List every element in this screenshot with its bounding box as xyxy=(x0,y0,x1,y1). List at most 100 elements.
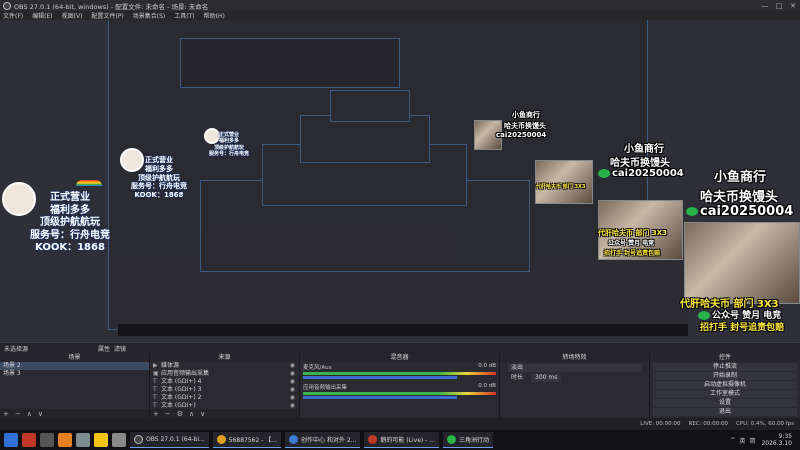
preview-canvas[interactable]: 正式营业 福利多多 顶级护航航玩 服务号：行舟电竞 KOOK：1868 正式营业… xyxy=(0,20,800,342)
minimize-button[interactable]: — xyxy=(758,0,772,11)
window-title: OBS 27.0.1 (64-bit, windows) - 配置文件: 未命名… xyxy=(14,2,209,11)
menu-file[interactable]: 文件(F) xyxy=(3,11,23,20)
scene-item[interactable]: 场景 3 xyxy=(0,370,149,378)
close-button[interactable]: ✕ xyxy=(786,0,800,11)
menu-bar: 文件(F) 编辑(E) 视图(V) 配置文件(P) 场景集合(S) 工具(T) … xyxy=(0,11,800,20)
feedback-frame-6 xyxy=(180,38,400,88)
eye-icon[interactable]: ◉ xyxy=(290,362,295,370)
menu-help[interactable]: 帮助(H) xyxy=(204,11,225,20)
pinned-app-icon[interactable] xyxy=(22,433,36,447)
rec-status: REC: 00:00:00 xyxy=(688,421,728,427)
obs-logo-icon xyxy=(3,1,11,10)
app-dot-icon xyxy=(216,435,226,444)
controls-title: 控件 xyxy=(650,353,800,362)
clock-time: 9:35 xyxy=(778,432,792,440)
settings-button[interactable]: 设置 xyxy=(653,399,797,407)
streamer-card-3: 正式营业 福利多多 顶级护航航玩 服务号：行舟电竞 xyxy=(208,132,249,157)
feedback-taskbar xyxy=(118,324,688,336)
sources-dock: 来源 ▶ 媒体源 ◉ ▣ 应用音频输出采集 ◉ T 文本 (GDI+) 4 ◉ T 文本 (G… xyxy=(150,353,300,418)
menu-tools[interactable]: 工具(T) xyxy=(174,11,194,20)
exit-button[interactable]: 退出 xyxy=(653,408,797,416)
transitions-dock: 转场特效 淡出 时长 300 ms xyxy=(500,353,650,418)
wechat-icon-3 xyxy=(598,168,610,178)
properties-button[interactable]: 属性 xyxy=(98,344,110,353)
source-item[interactable]: T 文本 (GDI+) 2 ◉ xyxy=(150,394,299,402)
pinned-app-icon[interactable] xyxy=(112,433,126,447)
transitions-title: 转场特效 xyxy=(500,353,649,362)
sources-title: 来源 xyxy=(150,353,299,362)
text-icon: T xyxy=(153,378,157,385)
source-item[interactable]: T 文本 (GDI+) 3 ◉ xyxy=(150,386,299,394)
streamer-card: 正式营业 福利多多 顶级护航航玩 服务号：行舟电竞 KOOK：1868 xyxy=(20,192,120,255)
pinned-app-icon[interactable] xyxy=(58,433,72,447)
source-item[interactable]: ▶ 媒体源 ◉ xyxy=(150,362,299,370)
menu-view[interactable]: 视图(V) xyxy=(62,11,83,20)
stop-streaming-button[interactable]: 停止推流 xyxy=(653,363,797,371)
promo-bottom-3: 招打手 封号追责包赔 xyxy=(700,323,785,333)
taskbar-app[interactable]: 三角洲行动 xyxy=(442,432,493,448)
app-dot-icon xyxy=(368,435,378,444)
media-icon: ▶ xyxy=(153,362,158,369)
source-item[interactable]: ▣ 应用音频输出采集 ◉ xyxy=(150,370,299,378)
app-dot-icon xyxy=(289,435,299,444)
live-status: LIVE: 00:00:00 xyxy=(640,421,681,427)
remove-scene-button[interactable]: − xyxy=(15,410,21,418)
pinned-app-icon[interactable] xyxy=(76,433,90,447)
feedback-docks-2 xyxy=(206,230,451,270)
pinned-app-icon[interactable] xyxy=(40,433,54,447)
studio-mode-button[interactable]: 工作室模式 xyxy=(653,390,797,398)
duration-label: 时长 xyxy=(511,374,524,381)
filters-button[interactable]: 滤镜 xyxy=(114,344,126,353)
eye-icon[interactable]: ◉ xyxy=(290,394,295,402)
tray-expand-icon[interactable]: ^ xyxy=(730,437,735,444)
virtual-camera-button[interactable]: 启动虚拟摄像机 xyxy=(653,381,797,389)
eye-icon[interactable]: ◉ xyxy=(290,386,295,394)
maximize-button[interactable]: □ xyxy=(772,0,786,11)
move-up-button[interactable]: ∧ xyxy=(27,410,32,418)
menu-profile[interactable]: 配置文件(P) xyxy=(91,11,123,20)
move-down-button[interactable]: ∨ xyxy=(200,410,205,418)
taskbar-app[interactable]: 56887562 - 【... xyxy=(212,432,282,448)
duration-input[interactable]: 300 ms xyxy=(531,374,562,382)
scene-item[interactable]: 场景 2 xyxy=(0,362,149,370)
text-icon: T xyxy=(153,394,157,401)
taskbar-app[interactable]: OBS 27.0.1 (64-bi... xyxy=(130,432,209,448)
taskbar-app[interactable]: 创作中心 和对外 2... xyxy=(285,432,361,448)
eye-icon[interactable]: ◉ xyxy=(290,370,295,378)
ime-lang[interactable]: 英 xyxy=(739,436,745,445)
feedback-frame-5 xyxy=(330,90,410,122)
ime-mode[interactable]: 简 xyxy=(749,436,755,445)
move-up-button[interactable]: ∧ xyxy=(189,410,194,418)
track-db: 0.0 dB xyxy=(478,363,496,369)
rainbow-decoration xyxy=(76,180,102,186)
taskbar-app[interactable]: 鹅的可能 (Live) - ... xyxy=(364,432,439,448)
scenes-title: 场景 xyxy=(0,353,149,362)
clock[interactable]: 9:35 2026.3.10 xyxy=(761,433,792,447)
card-line-4: 服务号：行舟电竞 xyxy=(30,229,110,241)
move-down-button[interactable]: ∨ xyxy=(38,410,43,418)
transition-select[interactable]: 淡出 xyxy=(508,364,641,372)
eye-icon[interactable]: ◉ xyxy=(290,378,295,386)
text-icon: T xyxy=(153,386,157,393)
audio-meter xyxy=(303,392,496,395)
source-settings-button[interactable]: ⚙ xyxy=(177,410,183,418)
volume-slider[interactable] xyxy=(303,376,458,379)
menu-edit[interactable]: 编辑(E) xyxy=(32,11,52,20)
source-item[interactable]: T 文本 (GDI+) 4 ◉ xyxy=(150,378,299,386)
volume-slider[interactable] xyxy=(303,396,458,399)
add-scene-button[interactable]: + xyxy=(3,410,9,418)
folder-icon[interactable] xyxy=(94,433,108,447)
source-toolbar: 未选择源 属性 滤镜 xyxy=(0,342,800,353)
promo-id: cai20250004 xyxy=(686,204,793,219)
remove-source-button[interactable]: − xyxy=(165,410,171,418)
no-source-label: 未选择源 xyxy=(4,345,29,353)
add-source-button[interactable]: + xyxy=(153,410,159,418)
card-line-3: 顶级护航航玩 xyxy=(40,217,100,228)
webcam-large xyxy=(684,222,800,304)
menu-scene-collection[interactable]: 场景集合(S) xyxy=(133,11,166,20)
system-tray: ^ 英 简 9:35 2026.3.10 xyxy=(726,433,800,447)
start-icon[interactable] xyxy=(4,433,18,447)
promo-title: 小鱼商行 xyxy=(714,170,767,185)
start-recording-button[interactable]: 开始录制 xyxy=(653,372,797,380)
wechat-icon-2 xyxy=(698,311,710,320)
